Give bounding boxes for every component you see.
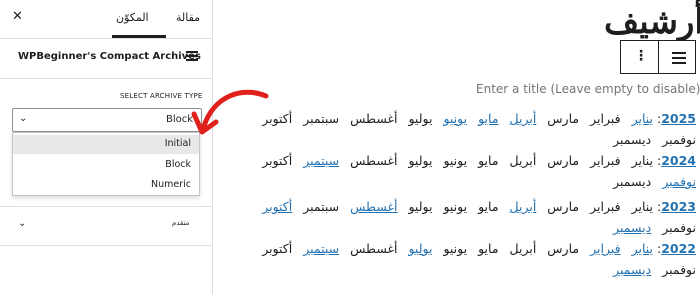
month-link[interactable]: أبريل [510,199,537,214]
block-name: WPBeginner's Compact Archives [18,51,201,62]
option-block[interactable]: Block [165,159,191,170]
more-options-icon[interactable]: ⋮ [634,48,648,64]
month-label: أغسطس [350,153,398,168]
toolbar-divider [658,41,659,73]
month-label: يناير [631,199,654,214]
block-card: WPBeginner's Compact Archives [0,38,212,79]
month-link[interactable]: سبتمبر [303,241,339,256]
month-link[interactable]: يونيو [443,111,467,126]
month-label: فبراير [590,199,621,214]
month-link[interactable]: أكتوبر [262,199,292,214]
month-label: ديسمبر [613,132,652,147]
month-link[interactable]: فبراير [590,241,621,256]
archive-year-link[interactable]: 2024 [661,153,696,168]
month-link[interactable]: أبريل [510,111,537,126]
close-icon[interactable]: ✕ [12,9,23,24]
month-link[interactable]: أغسطس [350,199,397,214]
archive-title-input[interactable]: Enter a title (Leave empty to disable) [476,82,700,96]
option-numeric[interactable]: Numeric [151,179,191,190]
option-initial[interactable]: Initial [165,138,191,149]
month-link[interactable]: سبتمبر [303,153,339,168]
block-settings-panel: ✕ المكوّن مقالة WPBeginner's Compact Arc… [0,0,213,294]
month-label: سبتمبر [303,199,340,214]
month-label: مارس [547,199,580,214]
month-label: مارس [547,153,580,168]
list-icon [186,51,198,61]
month-label: مارس [547,241,580,256]
month-label: يونيو [443,153,468,168]
archive-year-link[interactable]: 2025 [661,111,696,126]
archive-type-dropdown: Initial Block Numeric [12,132,200,196]
sidebar-tabs: ✕ المكوّن مقالة [0,0,212,39]
month-link[interactable]: نوفمبر [662,174,696,189]
month-label: فبراير [590,153,621,168]
month-label: يونيو [443,199,468,214]
archive-row: 2022: يناير فبراير مارس أبريل مايو يونيو… [262,241,696,277]
month-label: مارس [547,111,580,126]
month-label: نوفمبر [662,220,696,235]
archive-row: 2025: يناير فبراير مارس أبريل مايو يونيو… [262,111,696,147]
archive-type-select[interactable]: ⌄ Block [12,108,202,132]
list-icon[interactable] [672,52,686,67]
month-label: يوليو [408,153,433,168]
month-label: يناير [631,153,654,168]
advanced-section[interactable]: ⌄ متقدم [0,206,212,246]
archive-row: 2024: يناير فبراير مارس أبريل مايو يونيو… [262,153,696,189]
month-link[interactable]: يناير [632,241,653,256]
tab-block[interactable]: المكوّن [116,11,149,24]
month-label: فبراير [590,111,621,126]
month-label: نوفمبر [662,262,696,277]
month-label: أكتوبر [262,153,293,168]
month-link[interactable]: مايو [478,111,498,126]
month-label: يوليو [408,199,433,214]
tab-post[interactable]: مقالة [176,11,200,24]
month-label: سبتمبر [303,111,340,126]
month-label: يونيو [443,241,468,256]
month-label: أغسطس [350,241,398,256]
month-label: مايو [478,241,499,256]
month-label: مايو [478,153,499,168]
month-label: أكتوبر [262,241,293,256]
month-label: نوفمبر [662,132,696,147]
month-label: أبريل [509,241,537,256]
select-value: Block [165,114,193,125]
chevron-down-icon: ⌄ [19,113,28,124]
month-link[interactable]: يناير [632,111,653,126]
month-label: أكتوبر [262,111,293,126]
month-link[interactable]: ديسمبر [613,220,651,235]
month-link[interactable]: يوليو [408,241,432,256]
month-label: أبريل [509,153,537,168]
month-label: مايو [478,199,499,214]
month-label: ديسمبر [613,174,652,189]
page-heading[interactable]: أرشيف [604,2,700,42]
block-toolbar: ⋮ [620,40,696,74]
archive-year-link[interactable]: 2023 [661,199,696,214]
archive-year-link[interactable]: 2022 [661,241,696,256]
month-link[interactable]: ديسمبر [613,262,651,277]
archive-row: 2023: يناير فبراير مارس أبريل مايو يونيو… [262,199,696,235]
month-label: أغسطس [350,111,398,126]
month-label: يوليو [408,111,433,126]
chevron-down-icon: ⌄ [18,218,27,229]
advanced-label: متقدم [172,219,190,227]
